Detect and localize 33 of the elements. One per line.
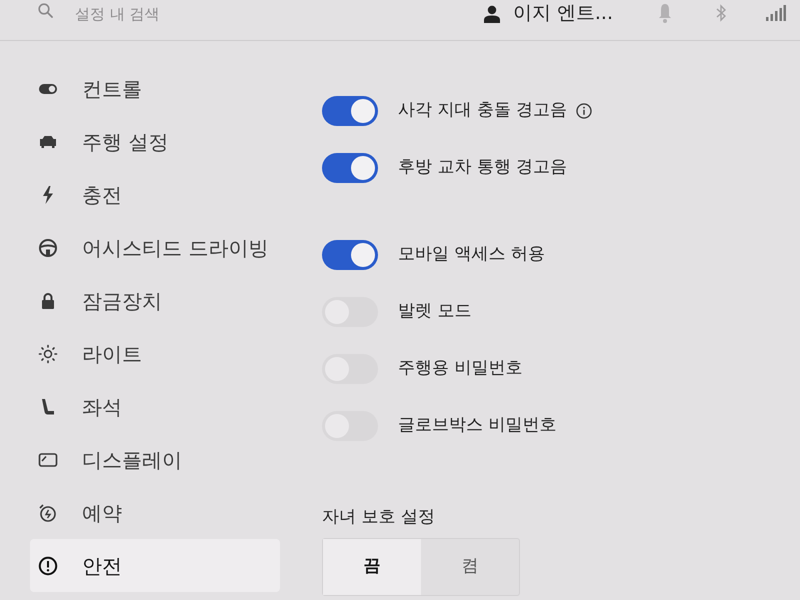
person-icon (484, 5, 500, 23)
sidebar-item[interactable]: 충전 (30, 168, 280, 221)
toggle-switch[interactable] (322, 96, 378, 126)
toggle-label: 발렛 모드 (398, 300, 472, 323)
sun-icon (38, 344, 58, 364)
alert-icon (38, 556, 58, 576)
sidebar-item[interactable]: 좌석 (30, 380, 280, 433)
section-label: 자녀 보호 설정 (322, 506, 435, 529)
signal-icon (766, 5, 786, 21)
sidebar-item[interactable]: 어시스티드 드라이빙 (30, 221, 280, 274)
steering-wheel-icon (38, 238, 58, 258)
sidebar-item[interactable]: 잠금장치 (30, 274, 280, 327)
toggle-label: 사각 지대 충돌 경고음 (398, 98, 568, 122)
sidebar-item[interactable]: 주행 설정 (30, 115, 280, 168)
toggle-label: 주행용 비밀번호 (398, 356, 522, 380)
bluetooth-icon (716, 4, 726, 22)
segment-option[interactable]: 끔 (323, 539, 421, 595)
sidebar-item[interactable]: 디스플레이 (30, 433, 280, 486)
segment-option[interactable]: 켬 (421, 539, 519, 595)
toggle-label: 글로브박스 비밀번호 (398, 414, 556, 437)
sidebar-item[interactable]: 예약 (30, 486, 280, 539)
toggle-label: 후방 교차 통행 경고음 (398, 156, 568, 179)
search-field[interactable]: 설정 내 검색 (75, 3, 225, 26)
toggle-switch[interactable] (322, 152, 378, 182)
search-icon (38, 3, 53, 18)
toggle-switch[interactable] (322, 240, 378, 270)
sidebar-item[interactable]: 안전 (30, 539, 280, 592)
info-icon[interactable] (576, 102, 592, 118)
profile-name[interactable]: 이지 엔트... (512, 3, 613, 24)
toggle-label: 모바일 액세스 허용 (398, 242, 545, 266)
sidebar-item[interactable]: 컨트롤 (30, 62, 280, 115)
clock-icon (38, 502, 58, 522)
sidebar-item[interactable]: 라이트 (30, 327, 280, 380)
